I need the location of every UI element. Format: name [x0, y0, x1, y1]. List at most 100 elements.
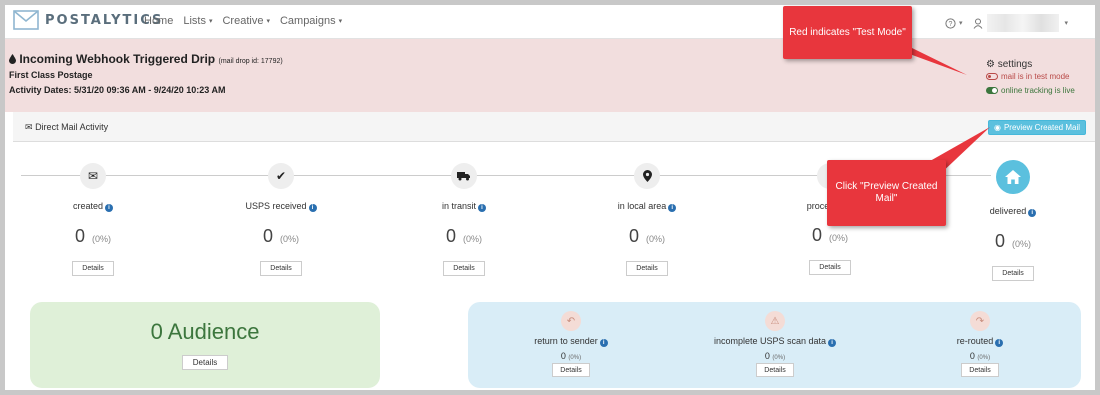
step-label-text: USPS received [245, 201, 307, 211]
details-button[interactable]: Details [443, 261, 485, 276]
map-marker-svg [642, 170, 652, 182]
direct-mail-panel-header: ✉ Direct Mail Activity ◉ Preview Created… [13, 112, 1095, 142]
step-in-transit: in transit i 0 (0%) Details [404, 163, 524, 276]
help-glyph: ? [949, 21, 953, 28]
nav-campaigns-label: Campaigns [279, 15, 336, 27]
step-count: 0 (0%) [33, 226, 153, 247]
info-icon[interactable]: i [995, 339, 1004, 347]
step-label-text: in local area [617, 201, 667, 211]
issue-count: 0 (0%) [700, 351, 850, 361]
step-label: in local area i [587, 201, 707, 212]
step-count-value: 0 [994, 231, 1005, 251]
toggle-off-icon [986, 73, 998, 80]
info-icon[interactable]: i [828, 339, 837, 347]
issue-label-text: re-routed [956, 336, 994, 346]
info-icon[interactable]: i [1028, 209, 1037, 217]
issue-label: return to sender i [496, 336, 646, 347]
issue-label-text: incomplete USPS scan data [713, 336, 827, 346]
details-button[interactable]: Details [552, 363, 590, 377]
issue-count-value: 0 [560, 351, 566, 361]
help-menu[interactable]: ? ▾ [945, 17, 963, 29]
settings-link[interactable]: ⚙ settings [986, 59, 1032, 70]
main-nav: Home Lists ▾ Creative ▾ Campaigns ▾ [144, 15, 352, 27]
caret-down-icon: ▾ [338, 18, 343, 25]
issue-count-value: 0 [764, 351, 770, 361]
postalytics-logo[interactable]: POSTALYTICS [13, 10, 163, 30]
forward-icon: ↷ [970, 311, 990, 331]
details-button[interactable]: Details [756, 363, 794, 377]
preview-created-mail-button[interactable]: ◉ Preview Created Mail [988, 120, 1086, 135]
test-mode-banner: Incoming Webhook Triggered Drip (mail dr… [5, 39, 1095, 112]
step-count: 0 (0%) [221, 226, 341, 247]
home-svg [1005, 170, 1021, 184]
truck-svg [457, 172, 470, 181]
step-pct: (0%) [463, 234, 483, 244]
details-button[interactable]: Details [961, 363, 999, 377]
test-mode-status[interactable]: mail is in test mode [986, 72, 1069, 81]
envelope-icon: ✉ [25, 122, 33, 132]
redacted-username [986, 14, 1059, 32]
step-delivered: delivered i 0 (0%) Details [953, 160, 1073, 281]
step-pct: (0%) [92, 234, 112, 244]
step-label-text: delivered [989, 206, 1027, 216]
step-count-value: 0 [262, 226, 273, 246]
exceptions-card: ↶ return to sender i 0 (0%) Details ⚠ inc… [468, 302, 1081, 388]
check-icon: ✔ [268, 163, 294, 189]
step-label: delivered i [953, 206, 1073, 217]
step-count: 0 (0%) [953, 231, 1073, 252]
step-usps-received: ✔ USPS received i 0 (0%) Details [221, 163, 341, 276]
user-menu[interactable]: ▾ [973, 14, 1069, 32]
details-button[interactable]: Details [260, 261, 302, 276]
step-count: 0 (0%) [404, 226, 524, 247]
step-created: ✉ created i 0 (0%) Details [33, 163, 153, 276]
step-pct: (0%) [829, 233, 849, 243]
details-button[interactable]: Details [72, 261, 114, 276]
preview-callout: Click "Preview Created Mail" [827, 160, 946, 226]
postage-type: First Class Postage [9, 70, 93, 80]
nav-creative[interactable]: Creative ▾ [222, 15, 269, 27]
panel-title: Direct Mail Activity [35, 122, 109, 132]
gear-icon: ⚙ [986, 59, 995, 70]
nav-home-label: Home [144, 15, 174, 27]
caret-down-icon: ▾ [266, 18, 270, 25]
app-frame: POSTALYTICS Home Lists ▾ Creative ▾ Campai… [0, 0, 1100, 395]
info-icon[interactable]: i [308, 204, 317, 212]
home-icon [996, 160, 1030, 194]
reply-icon: ↶ [561, 311, 581, 331]
caret-down-icon: ▾ [208, 18, 213, 25]
nav-home[interactable]: Home [144, 15, 173, 27]
issue-re-routed: ↷ re-routed i 0 (0%) Details [905, 311, 1055, 377]
step-pct: (0%) [280, 234, 300, 244]
details-button[interactable]: Details [809, 260, 851, 275]
info-icon[interactable]: i [105, 204, 114, 212]
details-button[interactable]: Details [992, 266, 1034, 281]
tracking-status[interactable]: online tracking is live [986, 86, 1075, 95]
info-icon[interactable]: i [599, 339, 608, 347]
nav-lists-label: Lists [183, 15, 206, 27]
activity-dates: Activity Dates: 5/31/20 09:36 AM - 9/24/… [9, 85, 226, 95]
audience-details-button[interactable]: Details [182, 355, 228, 370]
step-label-text: created [72, 201, 104, 211]
issue-count: 0 (0%) [905, 351, 1055, 361]
details-button[interactable]: Details [626, 261, 668, 276]
map-marker-icon [634, 163, 660, 189]
info-icon[interactable]: i [478, 204, 486, 212]
toggle-on-icon [986, 87, 998, 94]
step-label-text: in transit [441, 201, 476, 211]
preview-button-label: Preview Created Mail [1003, 123, 1080, 132]
nav-campaigns[interactable]: Campaigns ▾ [280, 15, 342, 27]
settings-label: settings [997, 59, 1033, 70]
issue-label-text: return to sender [534, 336, 598, 346]
campaign-title: Incoming Webhook Triggered Drip [19, 52, 216, 66]
caret-down-icon: ▾ [1064, 20, 1069, 27]
issue-incomplete-scan: ⚠ incomplete USPS scan data i 0 (0%) Deta… [700, 311, 850, 377]
nav-lists[interactable]: Lists ▾ [183, 15, 212, 27]
campaign-title-row: Incoming Webhook Triggered Drip (mail dr… [9, 52, 283, 66]
envelope-logo-icon [13, 10, 39, 30]
info-icon[interactable]: i [668, 204, 677, 212]
issue-count-value: 0 [969, 351, 975, 361]
user-icon [973, 18, 982, 29]
step-count-value: 0 [445, 226, 456, 246]
tint-drop-icon [9, 54, 16, 64]
issue-count: 0 (0%) [496, 351, 646, 361]
